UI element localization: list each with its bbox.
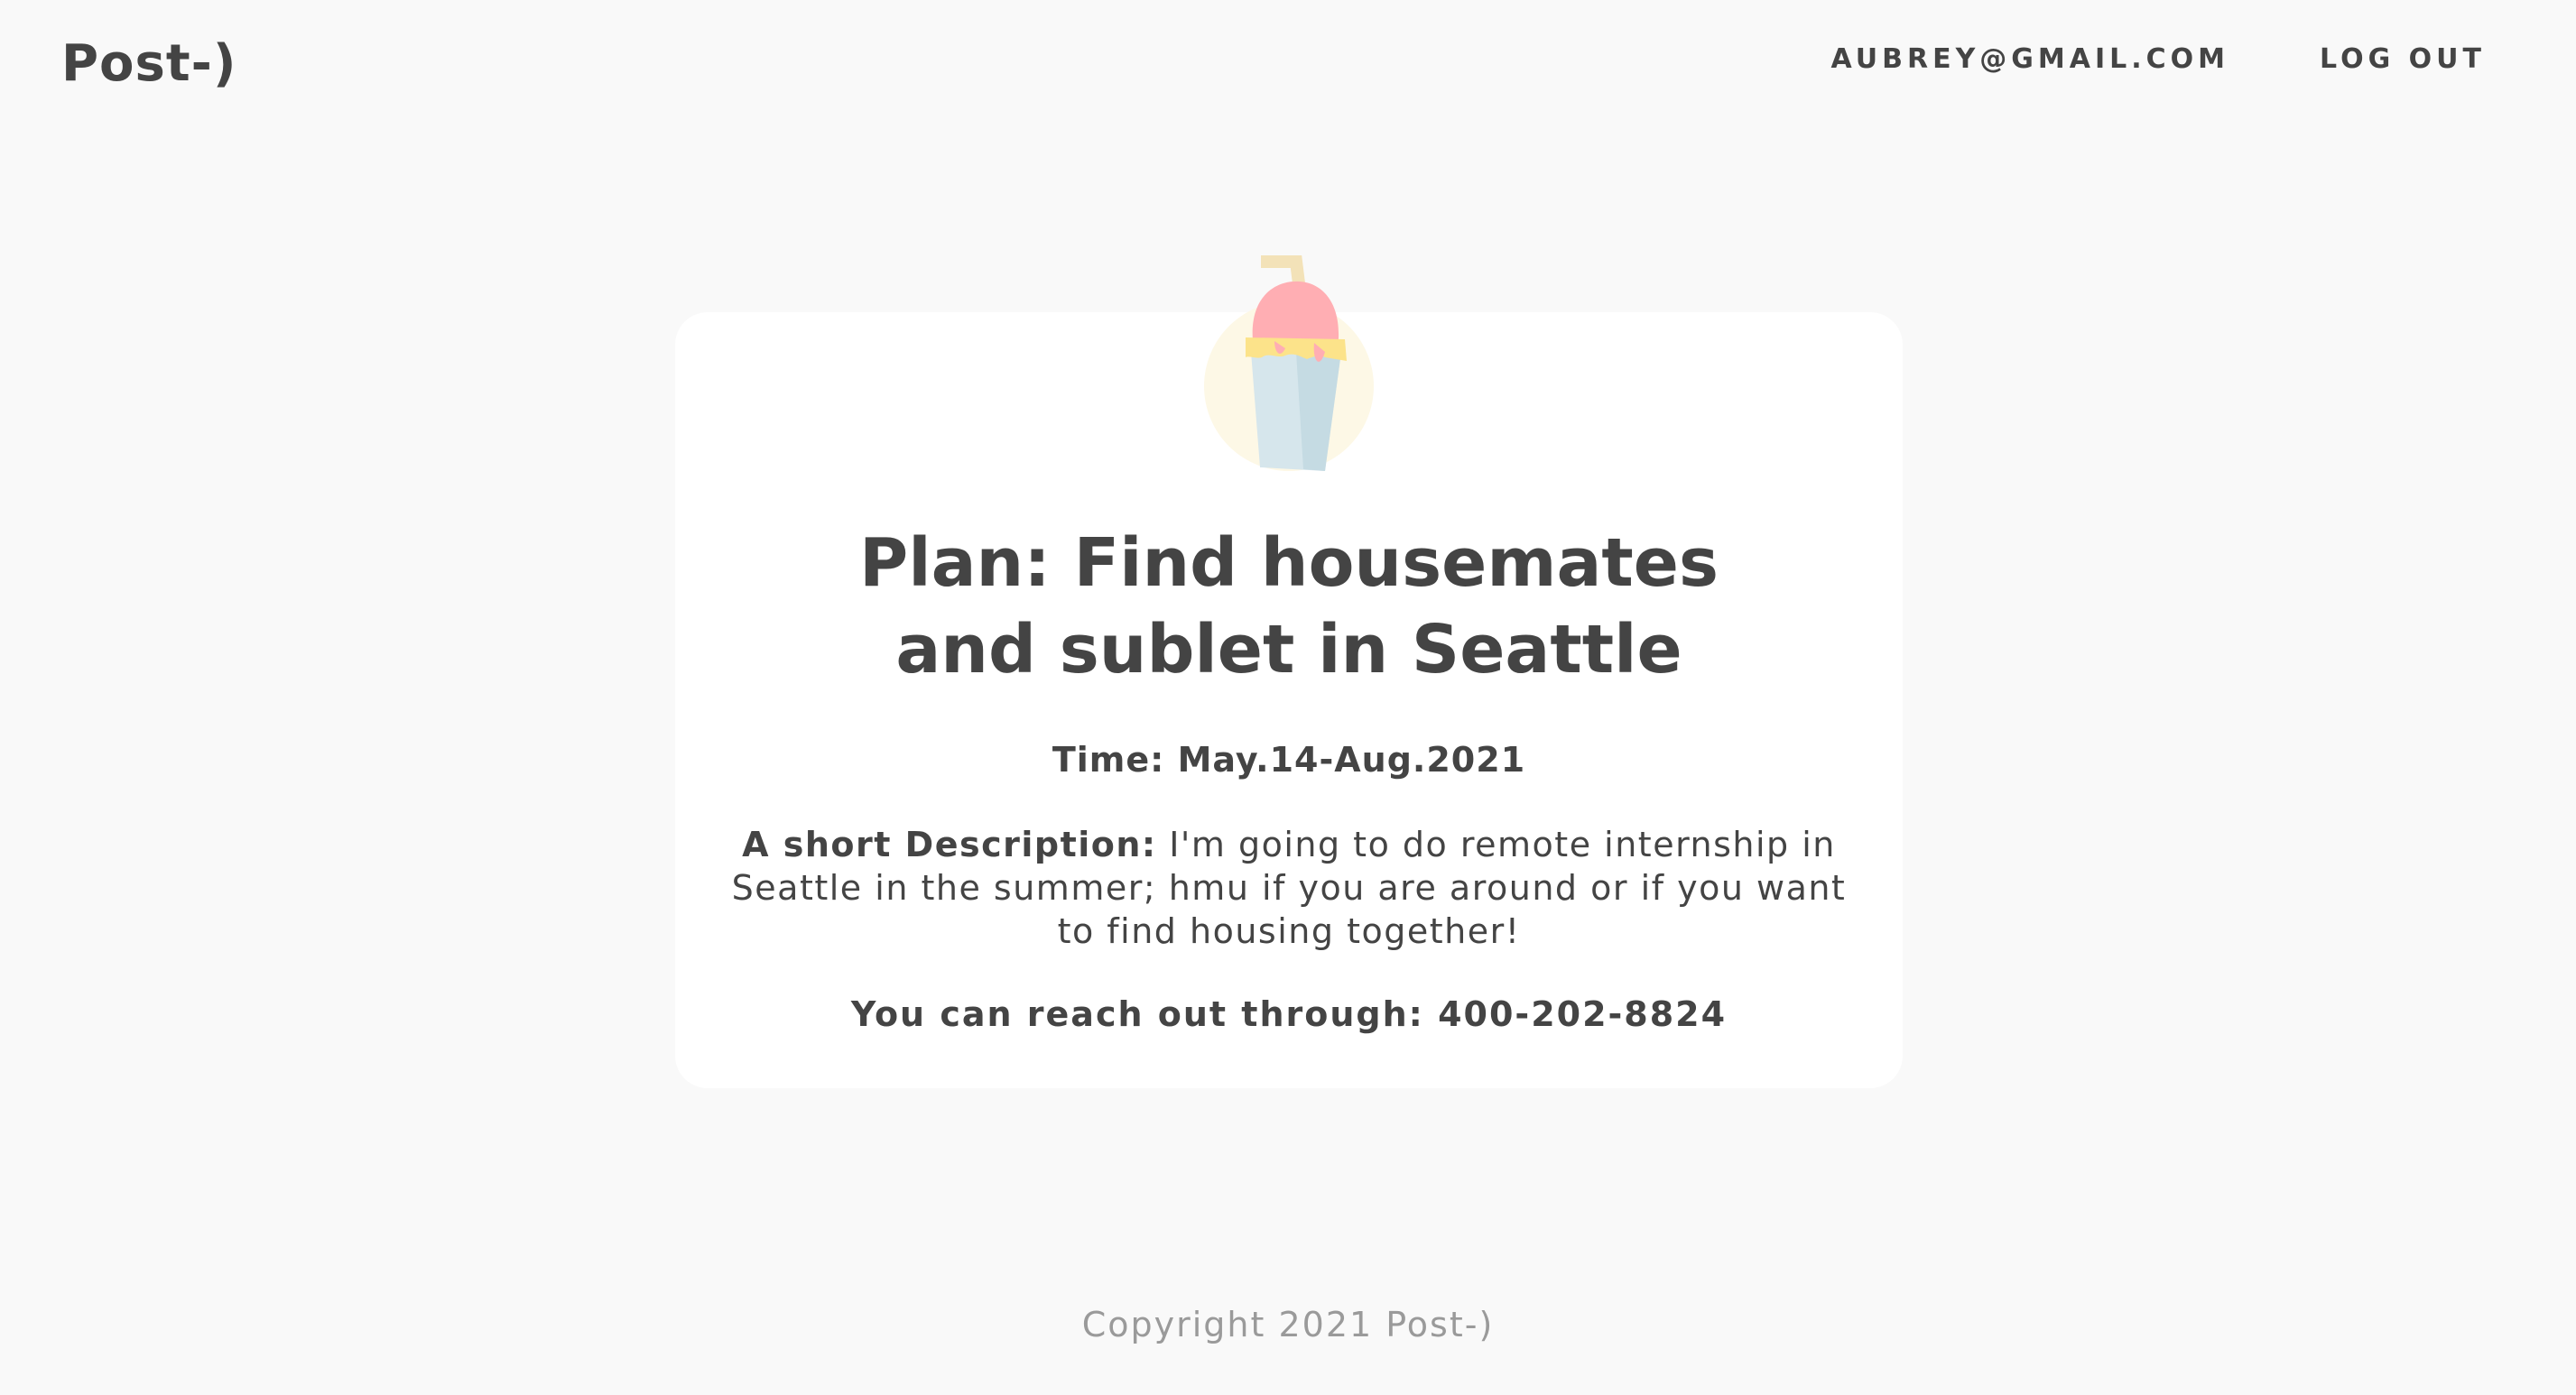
contact-value: 400-202-8824: [1438, 994, 1728, 1034]
contact-label: You can reach out through:: [850, 994, 1424, 1034]
time-value: May.14-Aug.2021: [1177, 740, 1526, 780]
time-label: Time:: [1052, 740, 1165, 780]
footer-copyright: Copyright 2021 Post-): [1081, 1305, 1495, 1344]
top-nav: AUBREY@GMAIL.COM LOG OUT: [1740, 43, 2486, 75]
ice-cream-cup-icon: [1190, 251, 1388, 485]
site-logo[interactable]: Post-): [61, 34, 236, 93]
post-title: Plan: Find housemates and sublet in Seat…: [859, 524, 1719, 688]
post-description: A short Description: I'm going to do rem…: [711, 823, 1867, 953]
log-out-link[interactable]: LOG OUT: [2320, 43, 2486, 75]
user-email-link[interactable]: AUBREY@GMAIL.COM: [1830, 43, 2229, 75]
post-time: Time: May.14-Aug.2021: [711, 740, 1867, 780]
post-contact: You can reach out through: 400-202-8824: [711, 994, 1867, 1034]
post-content: Plan: Find housemates and sublet in Seat…: [675, 520, 1903, 1034]
description-label: A short Description:: [742, 825, 1157, 864]
